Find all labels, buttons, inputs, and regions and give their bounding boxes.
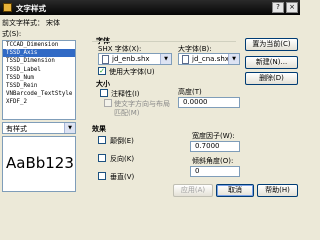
close-button[interactable]: × bbox=[286, 2, 298, 13]
bigfont-value: jd_cna.shx bbox=[192, 55, 229, 63]
delete-style-button[interactable]: 删除(D) bbox=[245, 72, 298, 85]
shx-font-combo[interactable]: jd_enb.shx ▼ bbox=[98, 53, 172, 65]
window-title: 文字样式 bbox=[16, 4, 46, 13]
use-bigfont-label: 使用大字体(U) bbox=[109, 68, 155, 76]
use-bigfont-checkbox[interactable]: ✓ bbox=[98, 67, 106, 75]
vertical-label: 垂直(V) bbox=[110, 173, 135, 181]
style-filter-combo[interactable]: 有样式 ▼ bbox=[2, 122, 76, 134]
list-item-selected[interactable]: TSSD_Axis bbox=[3, 49, 75, 58]
height-label: 高度(T) bbox=[178, 88, 202, 96]
list-item[interactable]: TSSD_Label bbox=[3, 66, 75, 74]
list-item[interactable]: TSSD_Num bbox=[3, 74, 75, 82]
list-item[interactable]: TSSD_Rein bbox=[3, 82, 75, 90]
styles-list[interactable]: TCCAD_Dimension TSSD_Axis TSSD_Dimension… bbox=[2, 40, 76, 120]
backwards-checkbox[interactable] bbox=[98, 154, 106, 162]
list-item[interactable]: XFDF_2 bbox=[3, 98, 75, 106]
title-bar: 文字样式 ? × bbox=[0, 0, 300, 15]
current-style-label: 前文字样式： bbox=[2, 19, 44, 27]
apply-button[interactable]: 应用(A) bbox=[173, 184, 213, 197]
preview-text: AaBb123 bbox=[6, 154, 74, 172]
styles-label: 式(S): bbox=[2, 30, 22, 38]
width-factor-field[interactable]: 0.7000 bbox=[190, 141, 240, 152]
width-factor-label: 宽度因子(W): bbox=[192, 132, 235, 140]
font-section-divider bbox=[92, 41, 236, 42]
font-file-icon bbox=[182, 55, 189, 64]
vertical-checkbox[interactable] bbox=[98, 172, 106, 180]
help-title-button[interactable]: ? bbox=[272, 2, 284, 13]
list-item[interactable]: TCCAD_Dimension bbox=[3, 41, 75, 49]
match-orientation-checkbox[interactable] bbox=[104, 99, 112, 107]
bigfont-combo[interactable]: jd_cna.shx ▼ bbox=[178, 53, 240, 65]
preview-box: AaBb123 bbox=[2, 136, 76, 192]
chevron-down-icon[interactable]: ▼ bbox=[64, 123, 75, 133]
effects-section-label: 效果 bbox=[92, 125, 106, 133]
match-orientation-label-2: 匹配(M) bbox=[114, 109, 140, 117]
backwards-label: 反向(K) bbox=[110, 155, 135, 163]
chevron-down-icon[interactable]: ▼ bbox=[160, 54, 171, 64]
annotative-label: 注释性(I) bbox=[111, 90, 140, 98]
app-icon bbox=[3, 3, 12, 12]
list-item[interactable]: VNBarcode_TextStyle bbox=[3, 90, 75, 98]
set-current-button[interactable]: 置为当前(C) bbox=[245, 38, 298, 51]
style-filter-value: 有样式 bbox=[6, 125, 27, 133]
new-style-button[interactable]: 新建(N)... bbox=[245, 56, 298, 69]
annotative-checkbox[interactable] bbox=[100, 89, 108, 97]
shx-font-value: jd_enb.shx bbox=[112, 55, 150, 63]
list-item[interactable]: TSSD_Dimension bbox=[3, 57, 75, 65]
size-section-label: 大小 bbox=[96, 80, 110, 88]
current-style-value: 宋体 bbox=[46, 19, 60, 27]
help-button[interactable]: 帮助(H) bbox=[257, 184, 298, 197]
oblique-field[interactable]: 0 bbox=[190, 166, 240, 177]
upside-down-label: 颠倒(E) bbox=[110, 137, 134, 145]
chevron-down-icon[interactable]: ▼ bbox=[228, 54, 239, 64]
font-file-icon bbox=[102, 55, 109, 64]
upside-down-checkbox[interactable] bbox=[98, 136, 106, 144]
oblique-label: 倾斜角度(O): bbox=[192, 157, 234, 165]
height-field[interactable]: 0.0000 bbox=[178, 97, 240, 108]
cancel-button[interactable]: 取消 bbox=[216, 184, 254, 197]
text-style-dialog: 文字样式 ? × 前文字样式： 宋体 式(S): TCCAD_Dimension… bbox=[0, 0, 300, 200]
